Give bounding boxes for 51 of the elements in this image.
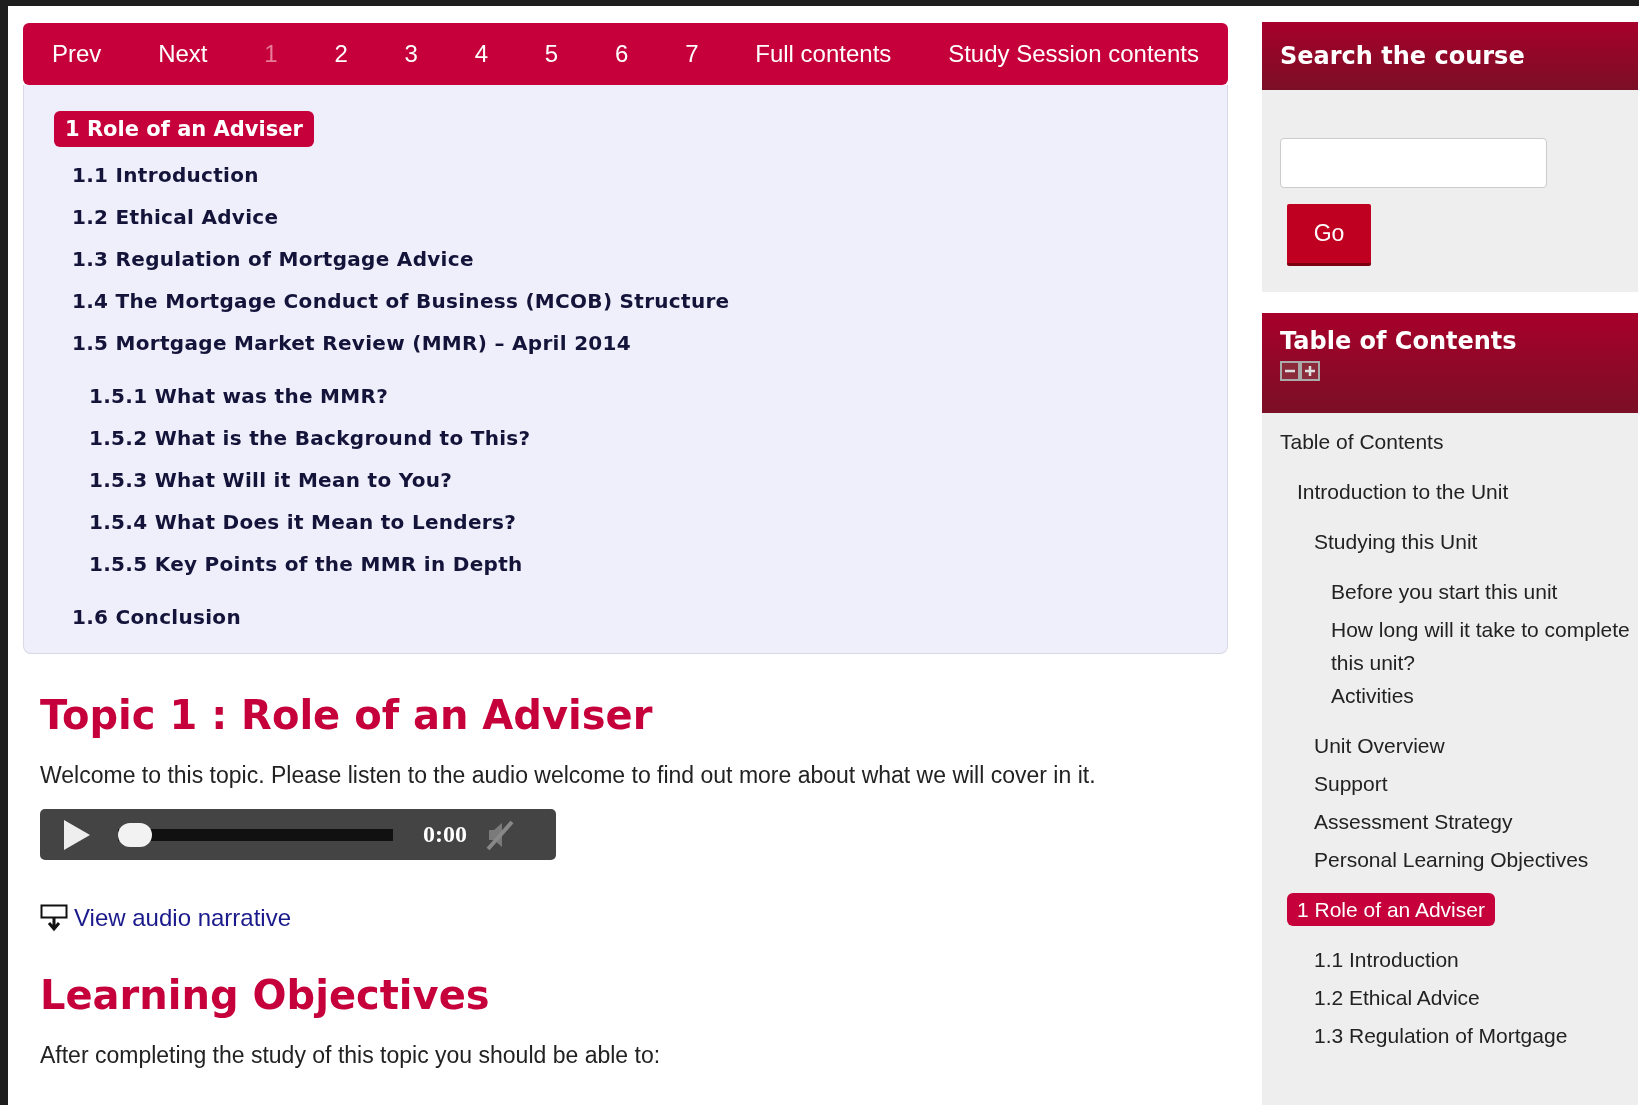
nav-link[interactable]: 5	[544, 40, 559, 68]
toc-link[interactable]: Before you start this unit	[1331, 575, 1558, 608]
contents-link[interactable]: 1.6 Conclusion	[72, 605, 241, 629]
collapse-expand-icon[interactable]	[1280, 361, 1320, 381]
toc-link[interactable]: How long will it take to complete this unit?	[1331, 613, 1631, 679]
toc-link[interactable]: Personal Learning Objectives	[1314, 843, 1589, 876]
toc-link[interactable]: Studying this Unit	[1314, 525, 1478, 558]
download-icon	[40, 904, 68, 932]
nav-link[interactable]: Prev	[52, 40, 102, 68]
contents-link[interactable]: 1.5 Mortgage Market Review (MMR) – April 2014	[72, 331, 631, 355]
nav-link[interactable]: 7	[685, 40, 699, 68]
contents-link[interactable]: 1.5.2 What is the Background to This?	[89, 426, 531, 450]
nav-link[interactable]: 6	[615, 40, 629, 68]
toc-link[interactable]: Assessment Strategy	[1314, 805, 1513, 838]
toc-link[interactable]: 1.3 Regulation of Mortgage	[1314, 1019, 1568, 1052]
search-title: Search the course	[1280, 42, 1526, 70]
intro-text: Welcome to this topic. Please listen to the audio welcome to find out more about what we will cover in it.	[40, 762, 1097, 789]
objectives-intro-text: After completing the study of this topic you should be able to:	[40, 1042, 662, 1069]
audio-time: 0:00	[423, 821, 467, 848]
toc-link[interactable]: 1.1 Introduction	[1314, 943, 1459, 976]
contents-link[interactable]: 1.5.5 Key Points of the MMR in Depth	[89, 552, 523, 576]
toc-link[interactable]: Unit Overview	[1314, 729, 1445, 762]
search-field[interactable]	[1280, 138, 1547, 188]
play-icon[interactable]	[62, 817, 92, 852]
nav-link[interactable]: 2	[334, 40, 348, 68]
toc-title: Table of Contents	[1280, 327, 1517, 355]
toc-link[interactable]: Introduction to the Unit	[1297, 475, 1509, 508]
contents-link[interactable]: 1.4 The Mortgage Conduct of Business (MCOB) Structure	[72, 289, 730, 313]
contents-link[interactable]: 1.5.1 What was the MMR?	[89, 384, 389, 408]
toc-link[interactable]: Table of Contents	[1280, 425, 1444, 458]
nav-link[interactable]: 3	[404, 40, 418, 68]
mute-icon[interactable]	[485, 818, 515, 851]
contents-link[interactable]: 1.2 Ethical Advice	[72, 205, 279, 229]
toc-link[interactable]: Activities	[1331, 679, 1414, 712]
audio-slider-thumb[interactable]	[118, 822, 152, 847]
nav-link[interactable]: Full contents	[755, 40, 892, 68]
contents-link[interactable]: 1.5.3 What Will it Mean to You?	[89, 468, 453, 492]
nav-link[interactable]: 4	[474, 40, 489, 68]
objectives-heading: Learning Objectives	[40, 972, 491, 1018]
toc-link[interactable]: 1 Role of an Adviser	[1287, 893, 1495, 926]
toc-link[interactable]: 1.2 Ethical Advice	[1314, 981, 1480, 1014]
audio-narrative-link[interactable]: View audio narrative	[74, 904, 292, 932]
nav-link[interactable]: Study Session contents	[948, 40, 1199, 68]
go-button[interactable]: Go	[1287, 204, 1371, 266]
toc-link[interactable]: Support	[1314, 767, 1388, 800]
topic-heading: Topic 1 : Role of an Adviser	[40, 692, 654, 738]
contents-link[interactable]: 1.5.4 What Does it Mean to Lenders?	[89, 510, 517, 534]
contents-link[interactable]: 1.1 Introduction	[72, 163, 259, 187]
section-title-badge[interactable]: 1 Role of an Adviser	[54, 111, 314, 147]
contents-link[interactable]: 1.3 Regulation of Mortgage Advice	[72, 247, 474, 271]
nav-link[interactable]: Next	[158, 40, 208, 68]
